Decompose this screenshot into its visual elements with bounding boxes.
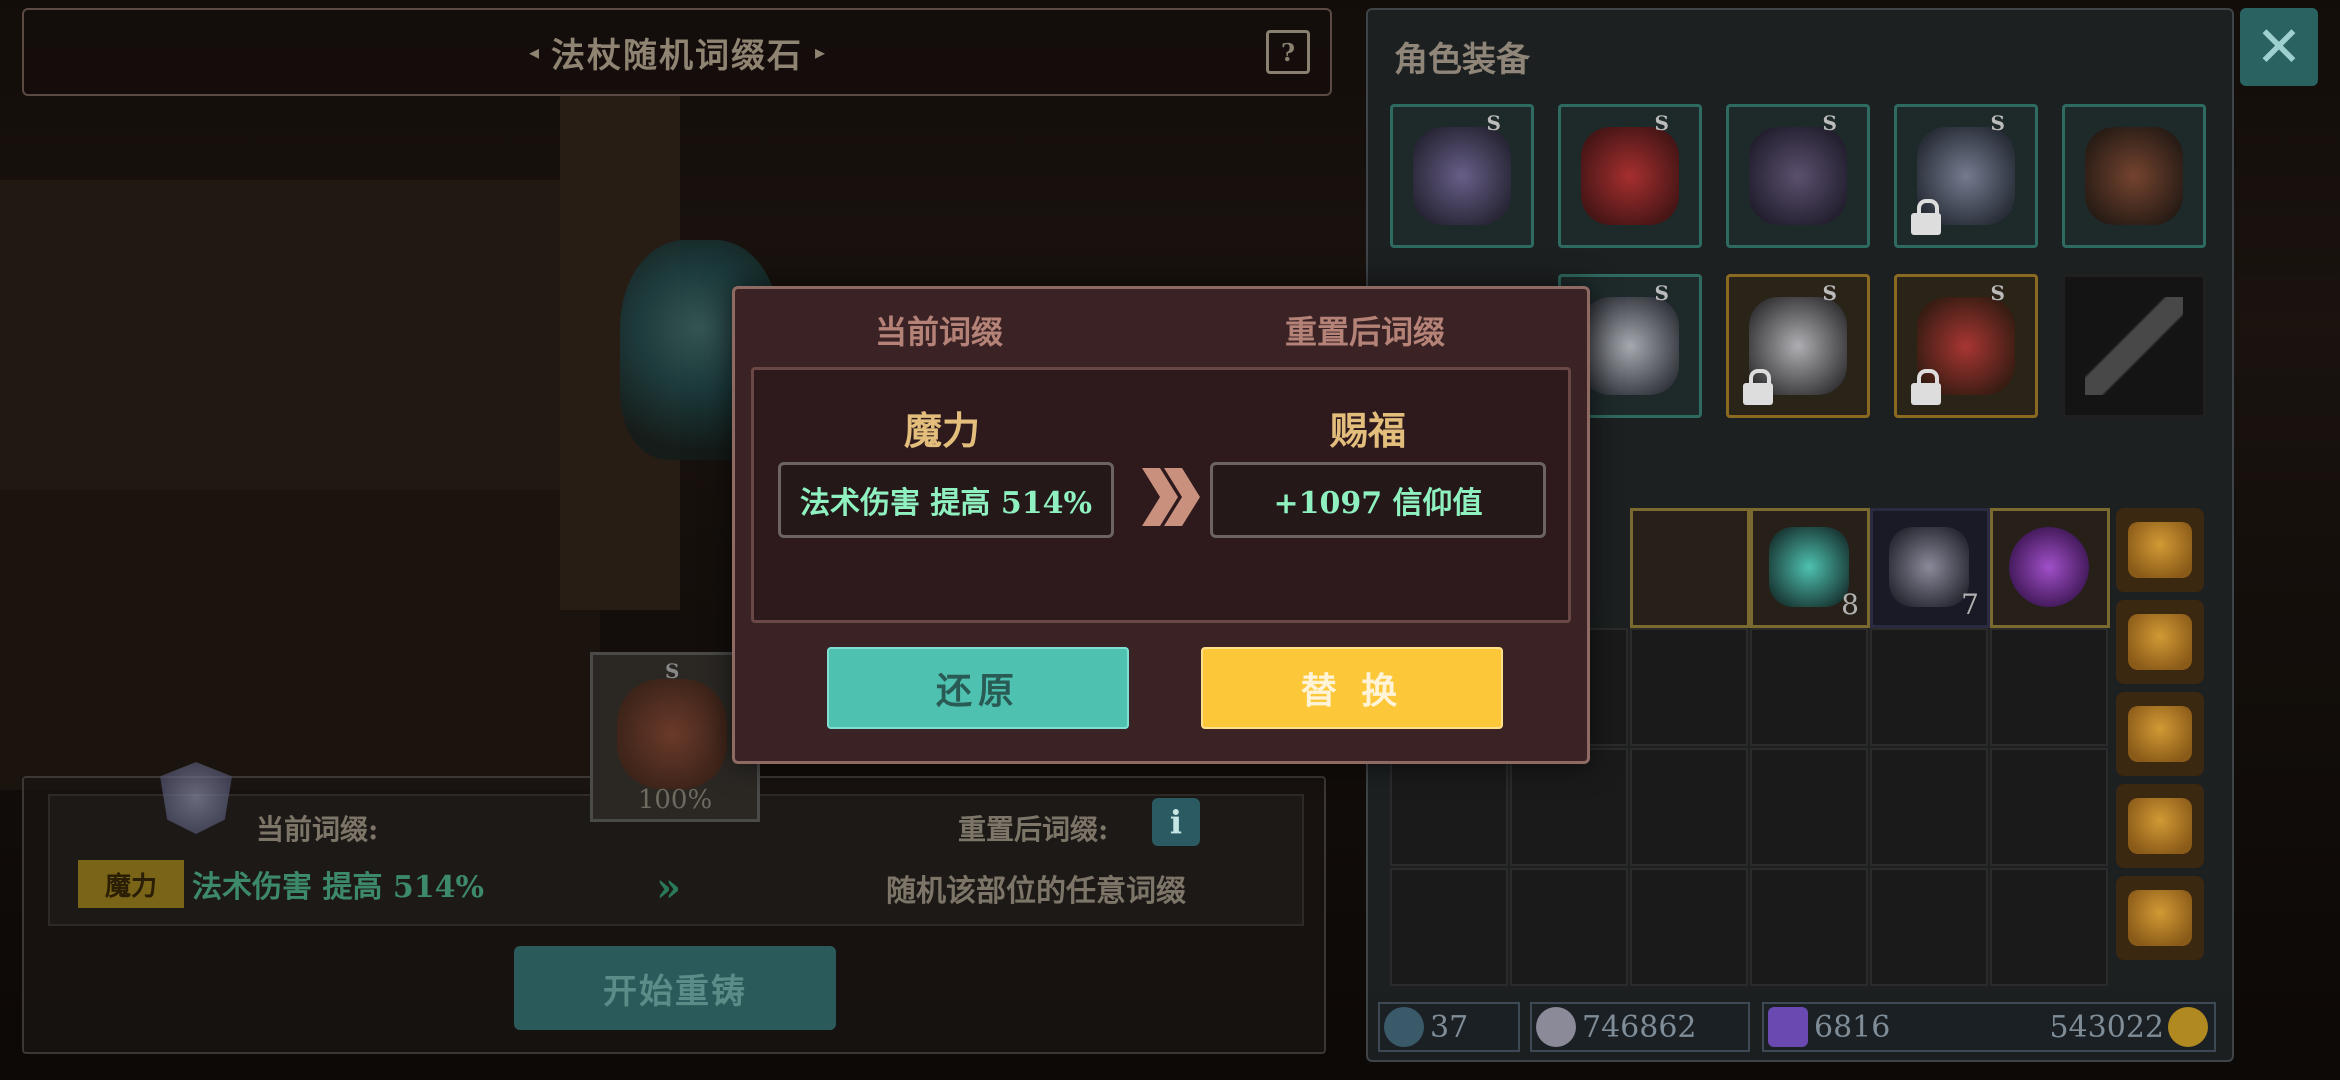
current-affix-label: 当前词缀: [256,813,379,846]
stat-hp: 746862 [1530,1002,1750,1052]
attribute-tag: 魔力 [78,860,184,908]
bag-slot-empty[interactable] [1630,868,1748,986]
bag-tab-2[interactable] [2116,600,2204,684]
coin-icon [2168,1007,2208,1047]
after-affix-value: 随机该部位的任意词缀 [886,874,1186,909]
current-affix-name: 魔力 [904,408,981,453]
bag-tab-5[interactable] [2116,876,2204,960]
armor-icon [1581,127,1679,225]
bag-slot-empty[interactable] [1870,628,1988,746]
cloak-icon [1749,127,1847,225]
restore-button[interactable]: 还原 [827,647,1129,729]
stat-gems-value: 6816 [1814,1009,1891,1045]
bag-slot-empty[interactable] [1990,748,2108,866]
bag-slot-empty[interactable] [1510,748,1628,866]
equip-slot-armor[interactable]: S [1558,104,1702,248]
equipment-heading: 角色装备 [1394,40,1530,80]
title-right-ornament-icon: ▸ [815,40,826,64]
slot-s-badge: S [1990,111,2005,135]
slot-s-badge: S [1990,281,2005,305]
slot-s-badge: S [1822,111,1837,135]
info-button[interactable]: i [1152,798,1200,846]
stone-icon [1769,527,1849,607]
stat-level: 37 [1378,1002,1520,1052]
level-icon [1384,1007,1424,1047]
bag-slot-empty[interactable] [1390,748,1508,866]
equip-slot-weapon-empty[interactable] [2062,274,2206,418]
help-icon[interactable]: ? [1266,30,1310,74]
equip-slot-staff[interactable] [2062,104,2206,248]
slot-s-badge: S [1654,281,1669,305]
helmet-icon [1413,127,1511,225]
current-affix-value: 法术伤害 提高 514% [778,462,1114,538]
equip-slot-amulet[interactable]: S [1894,274,2038,418]
slot-s-badge: S [1654,111,1669,135]
stat-gold-value: 543022 [2049,1009,2164,1045]
bag-slot-empty[interactable] [1990,868,2108,986]
tab-after-affix: 重置后词缀 [1285,313,1446,351]
equip-slot-helmet[interactable]: S [1390,104,1534,248]
heart-icon [1536,1007,1576,1047]
bag-item-count: 8 [1841,588,1859,621]
title-left-ornament-icon: ◂ [528,40,539,64]
close-button[interactable]: ✕ [2240,8,2318,86]
stat-hp-value: 746862 [1582,1009,1697,1045]
bag-item-stone[interactable]: 8 [1750,508,1870,628]
bag-slot-empty[interactable] [1750,868,1868,986]
page-title: 法杖随机词缀石 [551,35,803,76]
bag-slot-empty[interactable] [1510,868,1628,986]
title-bar: ◂ 法杖随机词缀石 ▸ ? [22,8,1332,96]
item-percent: 100% [637,785,713,815]
bag-slot-empty[interactable] [1630,628,1748,746]
bag-slot-empty[interactable] [1990,628,2108,746]
affix-compare-box: 魔力 赐福 法术伤害 提高 514% +1097 信仰值 [751,367,1571,623]
arrow-right-icon: » [656,864,681,911]
item-s-badge: S [665,659,680,683]
equip-slot-greaves[interactable]: S [1726,274,1870,418]
bag-slot-empty[interactable] [1870,868,1988,986]
tab-current-affix: 当前词缀 [875,313,1004,351]
sword-icon [2085,297,2183,395]
equip-slot-cloak[interactable]: S [1726,104,1870,248]
bag-item-boots[interactable] [1630,508,1750,628]
bag-slot-empty[interactable] [1630,748,1748,866]
bag-slot-empty[interactable] [1750,628,1868,746]
start-reforge-button[interactable]: 开始重铸 [514,946,836,1030]
bag-slot-empty[interactable] [1870,748,1988,866]
affix-compare-dialog: 当前词缀 重置后词缀 魔力 赐福 法术伤害 提高 514% +1097 信仰值 … [732,286,1590,764]
after-affix-label: 重置后词缀: [958,813,1109,846]
bag-tab-3[interactable] [2116,692,2204,776]
lock-icon [1911,369,1941,405]
slot-s-badge: S [1486,111,1501,135]
bag-item-count: 7 [1961,588,1979,621]
after-affix-name: 赐福 [1330,408,1407,453]
lock-icon [1911,199,1941,235]
orb-icon [2009,527,2089,607]
lock-icon [1743,369,1773,405]
bag-tab-1[interactable] [2116,508,2204,592]
equip-slot-gauntlet[interactable]: S [1894,104,2038,248]
bag-item-claw[interactable]: 7 [1870,508,1990,628]
staff-icon [617,679,727,789]
stat-level-value: 37 [1430,1009,1469,1045]
claw-icon [1889,527,1969,607]
boots-icon [1581,297,1679,395]
after-affix-value: +1097 信仰值 [1210,462,1546,538]
staff-icon [2085,127,2183,225]
current-affix-value: 法术伤害 提高 514% [192,870,485,905]
double-chevron-right-icon [1142,468,1200,526]
bag-item-orb[interactable] [1990,508,2110,628]
replace-button[interactable]: 替 换 [1201,647,1503,729]
slot-s-badge: S [1822,281,1837,305]
bag-slot-empty[interactable] [1390,868,1508,986]
stat-currency: 6816 543022 [1762,1002,2216,1052]
bag-tab-4[interactable] [2116,784,2204,868]
bag-slot-empty[interactable] [1750,748,1868,866]
gem-icon [1768,1007,1808,1047]
